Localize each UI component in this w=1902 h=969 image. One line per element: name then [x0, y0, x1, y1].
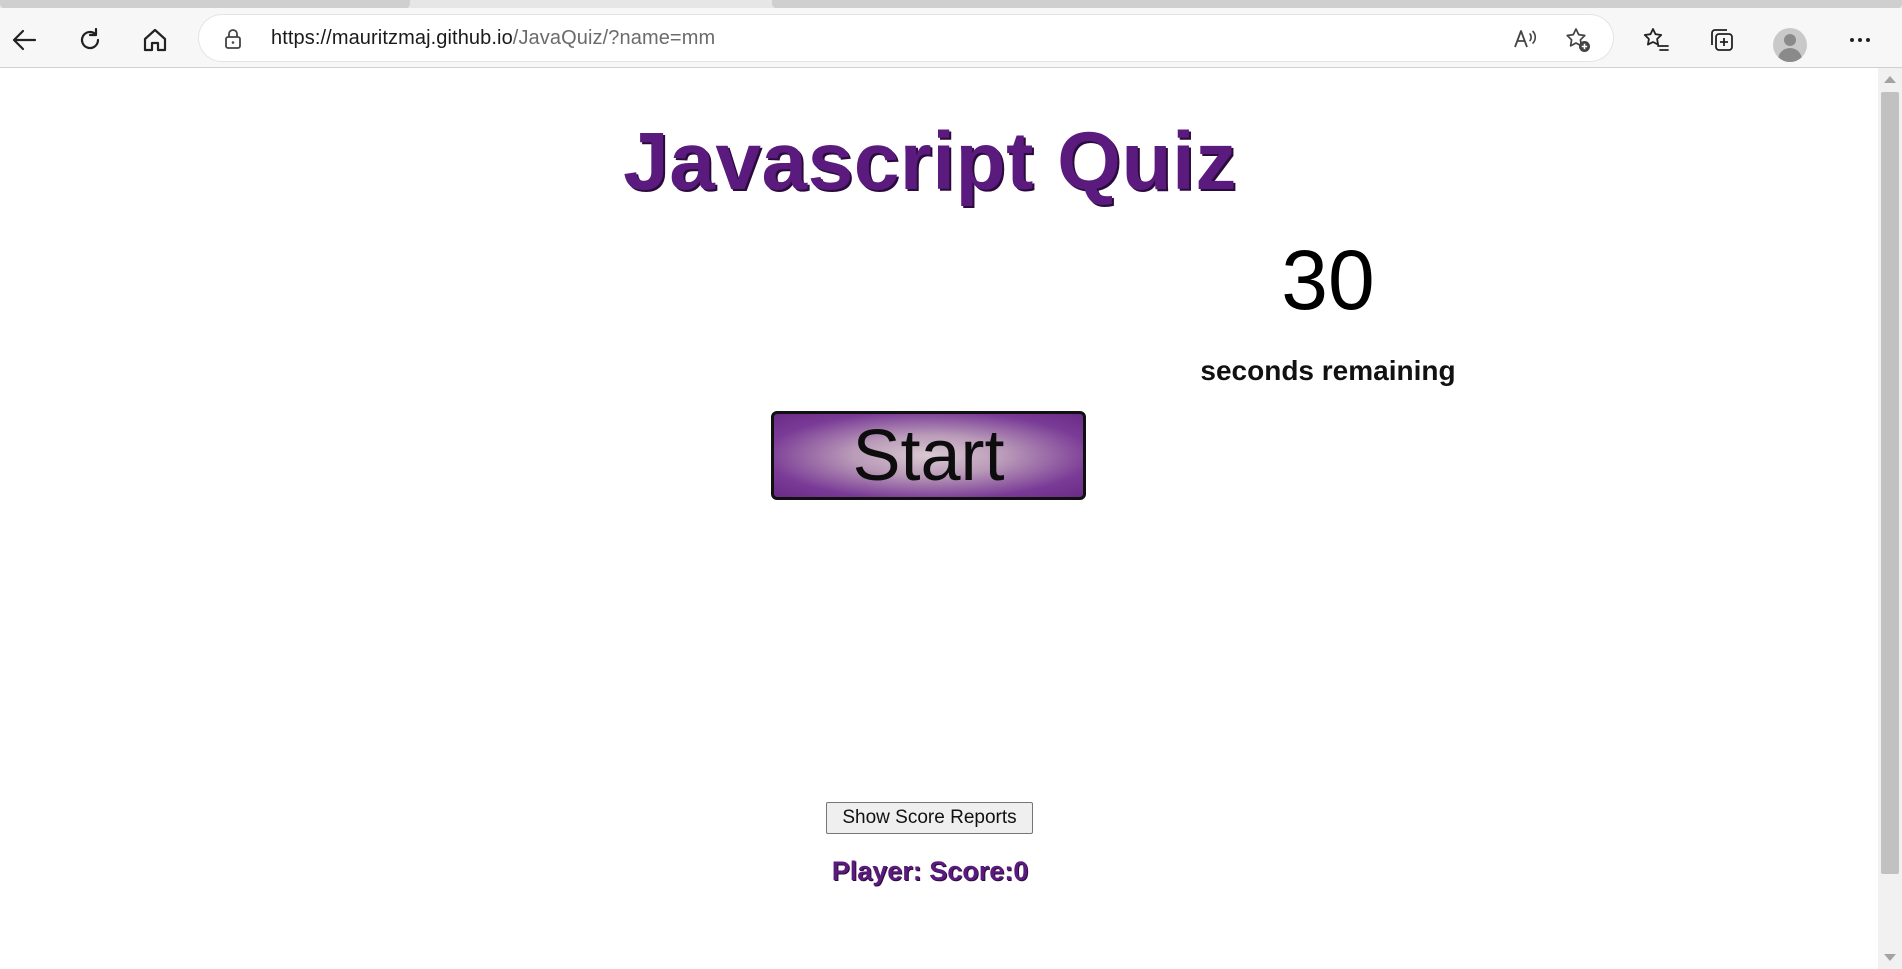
- quiz-title: Javascript Quiz: [623, 116, 1237, 207]
- scroll-thumb[interactable]: [1881, 92, 1899, 874]
- scroll-down-arrow-icon[interactable]: [1884, 954, 1896, 961]
- collections-icon: [1708, 26, 1736, 54]
- home-icon: [141, 26, 169, 54]
- lock-icon[interactable]: [223, 28, 243, 55]
- read-aloud-icon[interactable]: [1512, 26, 1538, 57]
- add-favorite-icon[interactable]: [1564, 26, 1592, 59]
- collections-button[interactable]: [1704, 22, 1740, 58]
- back-arrow-icon: [10, 26, 38, 54]
- refresh-button[interactable]: [72, 22, 108, 58]
- back-button[interactable]: [6, 22, 42, 58]
- favorites-button[interactable]: [1638, 22, 1674, 58]
- url-host: https://mauritzmaj.github.io: [271, 27, 513, 49]
- scroll-up-arrow-icon[interactable]: [1884, 76, 1896, 83]
- favorites-icon: [1642, 26, 1670, 54]
- refresh-icon: [76, 26, 104, 54]
- show-score-reports-button[interactable]: Show Score Reports: [826, 802, 1033, 834]
- url-text[interactable]: https://mauritzmaj.github.io/JavaQuiz/?n…: [271, 27, 715, 50]
- vertical-scrollbar[interactable]: [1878, 68, 1902, 969]
- profile-icon[interactable]: [1773, 28, 1807, 62]
- timer-value: 30: [1281, 233, 1375, 327]
- url-path: /JavaQuiz/?name=mm: [512, 27, 716, 49]
- browser-toolbar: https://mauritzmaj.github.io/JavaQuiz/?n…: [0, 8, 1902, 68]
- more-icon: [1846, 26, 1874, 54]
- start-button[interactable]: Start: [771, 411, 1086, 500]
- player-score: Player: Score:0: [831, 856, 1029, 886]
- address-bar[interactable]: https://mauritzmaj.github.io/JavaQuiz/?n…: [199, 15, 1613, 61]
- timer-label: seconds remaining: [1200, 355, 1456, 386]
- home-button[interactable]: [137, 22, 173, 58]
- more-menu-button[interactable]: [1842, 22, 1878, 58]
